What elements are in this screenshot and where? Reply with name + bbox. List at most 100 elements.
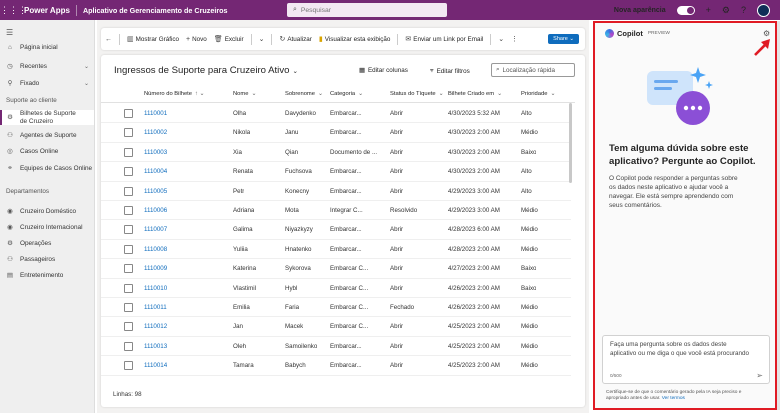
row-checkbox[interactable] [124, 147, 133, 157]
overflow-button[interactable]: ⌄ [498, 35, 504, 43]
chevron-down-icon: ⌄ [292, 68, 298, 75]
row-checkbox[interactable] [124, 303, 133, 312]
show-chart-button[interactable]: ▥ Mostrar Gráfico [127, 35, 179, 44]
table-cell: Fuchsova [285, 168, 312, 176]
app-title[interactable]: Aplicativo de Gerenciamento de Cruzeiros [83, 6, 228, 15]
sidebar-item-online-cases[interactable]: ◎ Casos Online [6, 147, 93, 156]
copilot-question-input[interactable]: Faça uma pergunta sobre os dados deste a… [602, 335, 770, 384]
sidebar-item-support-agents[interactable]: ⚇ Agentes de Suporte [6, 131, 93, 140]
column-header-ticket[interactable]: Número do Bilhete ↑ ⌄ [144, 91, 204, 97]
help-icon[interactable]: ? [741, 5, 746, 15]
delete-button[interactable]: 🗑 Excluir [214, 35, 244, 44]
share-button[interactable]: Share ⌄ [548, 34, 579, 44]
sidebar-item-entertainment[interactable]: ▤ Entretenimento [6, 271, 93, 280]
ticket-link[interactable]: 1110008 [144, 246, 167, 253]
ticket-link[interactable]: 1110012 [144, 323, 167, 330]
sidebar-item-domestic[interactable]: ◉ Cruzeiro Doméstico [6, 207, 93, 216]
terms-link[interactable]: Ver termos [662, 396, 685, 401]
ticket-link[interactable]: 1110004 [144, 168, 167, 175]
visualize-button[interactable]: ▮ Visualizar esta exibição [319, 35, 391, 44]
row-checkbox[interactable] [124, 225, 133, 235]
row-checkbox[interactable] [124, 167, 133, 177]
back-button[interactable]: ← [105, 36, 112, 43]
table-row[interactable]: 1110013 Oleh Samoilenko Embarcar... Abrir 4/2… [101, 337, 571, 357]
row-checkbox[interactable] [124, 206, 133, 215]
more-icon[interactable]: ⋮ [511, 35, 518, 43]
new-look-toggle[interactable] [676, 5, 695, 15]
ship-icon: ◉ [7, 208, 13, 215]
email-link-button[interactable]: ✉ Enviar um Link por Email [405, 35, 483, 44]
ticket-link[interactable]: 1110013 [144, 343, 167, 350]
ticket-link[interactable]: 1110014 [144, 362, 167, 369]
sidebar-item-label: Cruzeiro Doméstico [20, 207, 77, 215]
row-checkbox[interactable] [124, 128, 133, 138]
table-row[interactable]: 1110004 Renata Fuchsova Embarcar... Abrir 4/3… [101, 162, 571, 182]
input-placeholder: Faça uma pergunta sobre os dados deste a… [610, 341, 749, 357]
sidebar-item-support-tickets[interactable]: ⚙ Bilhetes de Suporte de Cruzeiro [0, 110, 94, 126]
ticket-link[interactable]: 1110001 [144, 110, 167, 117]
table-row[interactable]: 1110009 Katerina Sykorova Embarcar C... Abri… [101, 259, 571, 279]
row-checkbox[interactable] [124, 361, 133, 371]
table-row[interactable]: 1110001 Olha Davydenko Embarcar... Abrir 4/30… [101, 104, 571, 124]
table-row[interactable]: 1110008 Yuliia Hnatenko Embarcar... Abrir 4/2… [101, 240, 571, 260]
table-row[interactable]: 1110014 Tamara Babych Embarcar... Abrir 4/25/… [101, 356, 571, 376]
sidebar-item-operations[interactable]: ⚙ Operações [6, 239, 93, 248]
table-row[interactable]: 1110011 Emilia Faria Embarcar C... Fechado 4/… [101, 298, 571, 318]
new-button[interactable]: + Novo [186, 36, 207, 43]
table-row[interactable]: 1110006 Adriana Mota Integrar C... Resolvido… [101, 201, 571, 221]
sidebar-item-international[interactable]: ◉ Cruzeiro Internacional [6, 223, 93, 232]
table-row[interactable]: 1110003 Xia Qian Documento de ... Abrir 4/30/… [101, 143, 571, 163]
row-checkbox[interactable] [124, 341, 133, 351]
table-row[interactable]: 1110007 Galima Niyazkyzy Embarcar... Abrir 4/… [101, 220, 571, 240]
edit-columns-button[interactable]: ▦ Editar colunas [359, 67, 408, 74]
ticket-link[interactable]: 1110009 [144, 265, 167, 272]
row-checkbox[interactable] [124, 109, 133, 118]
column-header-status[interactable]: Status do Tíquete ⌄ [390, 91, 444, 97]
sidebar-item-case-teams[interactable]: ⚭ Equipes de Casos Online [6, 164, 93, 173]
row-checkbox[interactable] [124, 322, 133, 332]
refresh-button[interactable]: ↻ Atualizar [279, 35, 311, 44]
table-cell: Integrar C... [330, 207, 363, 214]
sidebar-item-pinned[interactable]: ⚲ Fixado ⌄ [6, 79, 93, 88]
plus-icon[interactable]: + [706, 5, 711, 15]
sidebar-item-passengers[interactable]: ⚇ Passageiros [6, 255, 93, 264]
globe-icon: ◎ [7, 148, 13, 155]
table-row[interactable]: 1110012 Jan Macek Embarcar C... Abrir 4/25/20… [101, 317, 571, 337]
ticket-link[interactable]: 1110007 [144, 226, 167, 233]
avatar[interactable] [757, 3, 770, 17]
row-checkbox[interactable] [124, 283, 133, 293]
edit-filters-button[interactable]: ⫧ Editar filtros [430, 67, 470, 75]
ticket-link[interactable]: 1110002 [144, 129, 167, 136]
gear-icon[interactable]: ⚙ [722, 5, 730, 16]
table-row[interactable]: 1110005 Petr Konecny Embarcar... Abrir 4/29/2… [101, 182, 571, 201]
scrollbar[interactable] [569, 103, 572, 183]
table-cell: 4/25/2023 2:00 AM [448, 362, 500, 370]
brand-name[interactable]: Power Apps [24, 6, 70, 15]
table-cell: Médio [521, 323, 538, 331]
ticket-link[interactable]: 1110010 [144, 285, 167, 292]
column-header-priority[interactable]: Prioridade ⌄ [521, 91, 555, 97]
row-checkbox[interactable] [124, 186, 133, 196]
column-header-surname[interactable]: Sobrenome ⌄ [285, 91, 323, 97]
sidebar-item-home[interactable]: ⌂ Página inicial [6, 44, 93, 51]
hamburger-icon[interactable]: ☰ [6, 28, 13, 37]
ticket-link[interactable]: 1110005 [144, 188, 167, 195]
table-row[interactable]: 1110010 Vlastimil Hybl Embarcar C... Abrir 4/… [101, 279, 571, 298]
ticket-link[interactable]: 1110006 [144, 207, 167, 214]
table-row[interactable]: 1110002 Nikola Janu Embarcar... Abrir 4/30/20… [101, 123, 571, 143]
copilot-settings-icon[interactable]: ⚙ [763, 29, 770, 38]
ticket-link[interactable]: 1110011 [144, 304, 167, 311]
send-icon[interactable]: ➢ [756, 371, 763, 380]
sidebar-item-recent[interactable]: ◷ Recentes ⌄ [6, 62, 93, 71]
row-checkbox[interactable] [124, 264, 133, 274]
column-header-created[interactable]: Bilhete Criado em ⌄ [448, 91, 502, 97]
ticket-link[interactable]: 1110003 [144, 149, 167, 156]
column-header-name[interactable]: Nome ⌄ [233, 91, 256, 97]
view-selector[interactable]: Ingressos de Suporte para Cruzeiro Ativo… [114, 65, 298, 76]
column-header-category[interactable]: Categoria ⌄ [330, 91, 363, 97]
quick-search-input[interactable]: ⌕ Localização rápida [491, 63, 575, 77]
app-launcher-icon[interactable]: ⋮⋮⋮ [0, 5, 27, 16]
more-dropdown[interactable]: ⌄ [259, 35, 265, 43]
search-input[interactable]: ⌕ Pesquisar [287, 3, 447, 17]
row-checkbox[interactable] [124, 244, 133, 254]
